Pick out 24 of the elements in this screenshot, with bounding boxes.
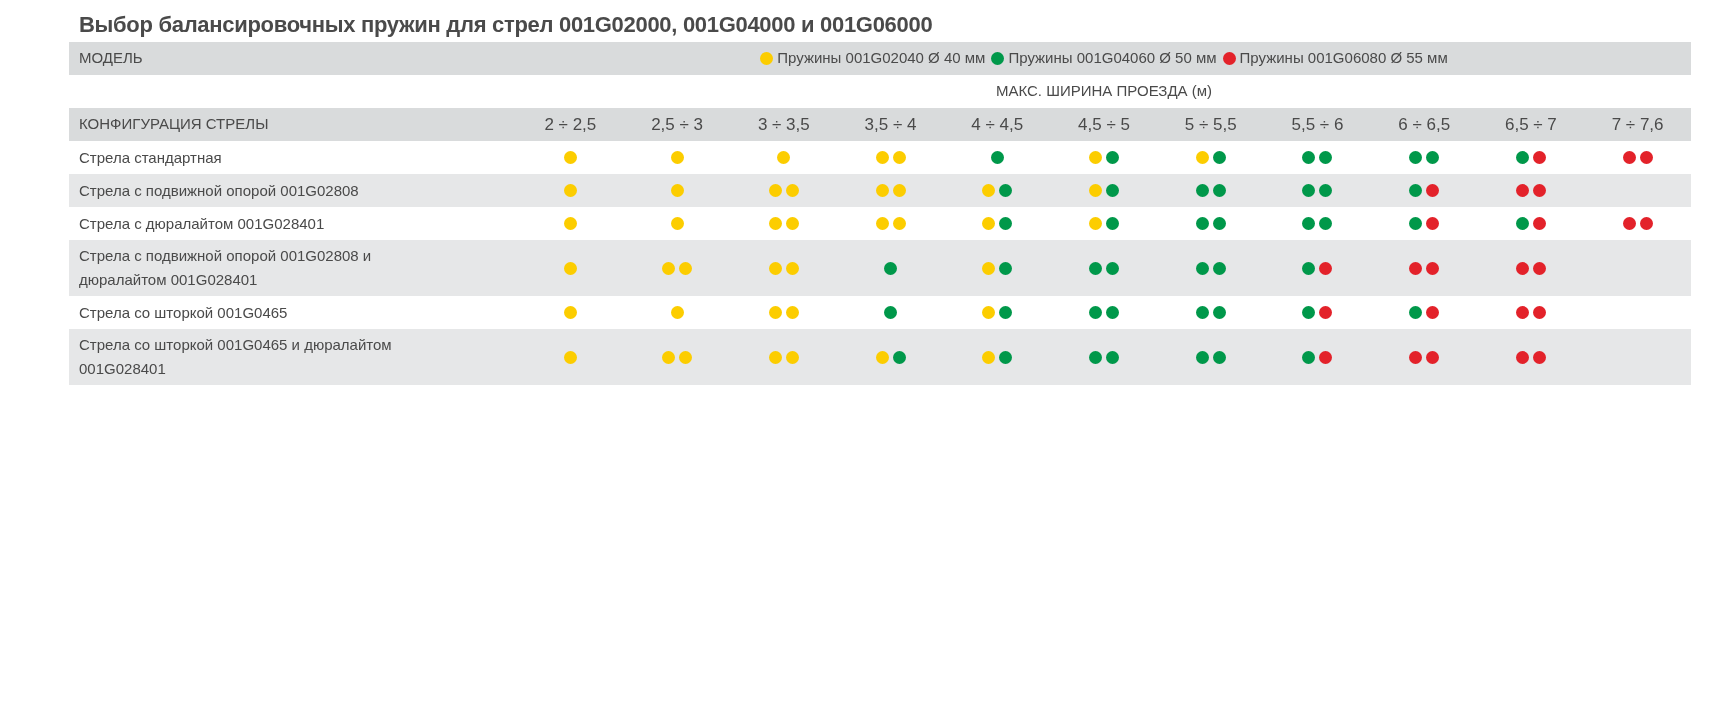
row-label: Стрела с подвижной опорой 001G02808 и дюралайтом 001G028401 (78, 246, 373, 290)
row-label: Стрела с подвижной опорой 001G02808 (78, 180, 360, 201)
model-heading: МОДЕЛЬ (78, 48, 144, 69)
column-heading: 4 ÷ 4,5 (970, 113, 1025, 136)
column-heading: 6 ÷ 6,5 (1397, 113, 1452, 136)
column-heading: 2,5 ÷ 3 (650, 113, 704, 136)
column-heading: КОНФИГУРАЦИЯ СТРЕЛЫ (78, 114, 270, 135)
legend-label: Пружины 001G02040 Ø 40 мм (777, 48, 986, 69)
row-label: Стрела с дюралайтом 001G028401 (78, 213, 326, 234)
legend-label: Пружины 001G04060 Ø 50 мм (1008, 48, 1217, 69)
column-heading: 7 ÷ 7,6 (1610, 113, 1665, 136)
table-title: Выбор балансировочных пружин для стрел 001G02000, 001G04000 и 001G06000 (78, 11, 934, 39)
row-label: Стрела со шторкой 001G0465 и дюралайтом 001G028401 (78, 335, 393, 379)
column-heading: 3,5 ÷ 4 (863, 113, 918, 136)
width-caption: МАКС. ШИРИНА ПРОЕЗДА (м) (995, 81, 1213, 102)
column-heading: 4,5 ÷ 5 (1077, 113, 1131, 136)
column-heading: 6,5 ÷ 7 (1503, 113, 1558, 136)
legend-label: Пружины 001G06080 Ø 55 мм (1239, 48, 1448, 69)
row-label: Стрела со шторкой 001G0465 (78, 302, 289, 323)
column-heading: 5,5 ÷ 6 (1290, 113, 1345, 136)
row-label: Стрела стандартная (78, 147, 223, 168)
column-heading: 5 ÷ 5,5 (1183, 113, 1238, 136)
column-heading: 2 ÷ 2,5 (543, 113, 598, 136)
column-heading: 3 ÷ 3,5 (756, 113, 811, 136)
